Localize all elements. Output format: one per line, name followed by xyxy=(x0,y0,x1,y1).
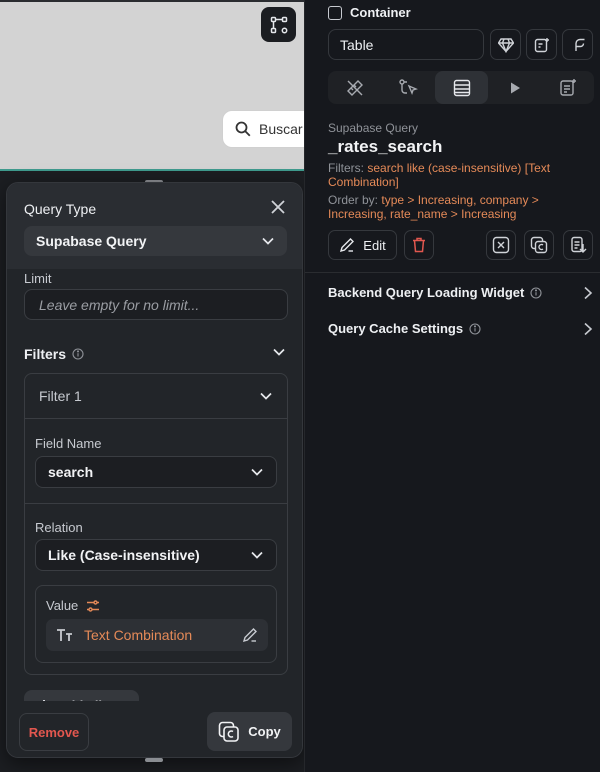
add-component-icon xyxy=(534,37,549,52)
value-chip-text: Text Combination xyxy=(84,627,193,643)
tab-backend-query[interactable] xyxy=(435,71,488,104)
paste-icon xyxy=(571,236,587,253)
query-type-value: Supabase Query xyxy=(36,233,147,249)
query-cache-label: Query Cache Settings xyxy=(328,321,464,336)
query-filters-summary: Filters: search like (case-insensitive) … xyxy=(328,161,590,189)
selection-line xyxy=(0,169,304,171)
diamond-button[interactable] xyxy=(490,29,521,60)
filter-card: Filter 1 Field Name search Relation Like… xyxy=(24,373,288,675)
canvas-top-strip xyxy=(0,0,304,2)
play-icon xyxy=(510,82,520,93)
search-icon xyxy=(235,121,251,137)
popover-header: Query Type Supabase Query xyxy=(7,183,302,269)
panel-divider xyxy=(305,272,600,273)
tab-actions[interactable] xyxy=(381,71,434,104)
tab-animations[interactable] xyxy=(488,71,541,104)
pencil-icon xyxy=(340,238,355,253)
container-toggle[interactable]: Container xyxy=(328,5,411,20)
value-label: Value xyxy=(46,598,79,613)
copy-label: Copy xyxy=(248,724,281,739)
remove-button[interactable]: Remove xyxy=(19,713,89,751)
pencil-icon[interactable] xyxy=(242,627,258,643)
tab-notes[interactable] xyxy=(541,71,594,104)
add-component-button[interactable] xyxy=(526,29,557,60)
query-popover: Query Type Supabase Query Limit Leave em… xyxy=(6,182,303,758)
order-prefix: Order by: xyxy=(328,193,379,207)
copy-icon xyxy=(530,236,548,254)
edit-query-button[interactable]: Edit xyxy=(328,230,397,260)
query-type-select[interactable]: Supabase Query xyxy=(24,226,287,256)
value-chip[interactable]: Text Combination xyxy=(46,619,268,651)
chevron-down-icon xyxy=(251,551,263,559)
filters-title-text: Filters xyxy=(24,346,67,362)
field-name-label: Field Name xyxy=(35,436,102,451)
query-kind-label: Supabase Query xyxy=(328,121,419,135)
chevron-down-icon xyxy=(260,392,272,400)
chevron-down-icon xyxy=(251,468,263,476)
chevron-right-icon xyxy=(584,286,593,299)
text-type-icon xyxy=(57,629,72,641)
filters-section-title[interactable]: Filters xyxy=(24,346,84,362)
trash-icon xyxy=(413,237,425,253)
copy-button[interactable]: Copy xyxy=(207,712,292,751)
database-table-icon xyxy=(453,79,470,96)
info-icon[interactable] xyxy=(530,286,542,299)
value-box: Value Text Combination xyxy=(35,585,277,663)
chevron-right-icon xyxy=(584,322,593,335)
delete-query-button[interactable] xyxy=(404,230,434,260)
diamond-icon xyxy=(497,37,514,53)
edit-label: Edit xyxy=(363,237,386,253)
field-name-section: Field Name search xyxy=(25,420,287,504)
variable-settings-icon[interactable] xyxy=(86,599,100,613)
cursor-branch-icon xyxy=(398,78,418,95)
limit-input[interactable]: Leave empty for no limit... xyxy=(24,289,288,320)
widget-tree-button[interactable] xyxy=(261,7,296,42)
filter-card-title: Filter 1 xyxy=(39,388,82,404)
relation-value: Like (Case-insensitive) xyxy=(48,547,200,563)
flutterflow-icon xyxy=(574,38,584,51)
value-label-row: Value xyxy=(46,598,100,613)
info-icon[interactable] xyxy=(72,348,84,360)
clear-variable-icon xyxy=(492,236,510,254)
info-icon[interactable] xyxy=(469,322,481,335)
query-name: _rates_search xyxy=(328,137,443,156)
notes-icon xyxy=(559,78,576,96)
query-cache-row[interactable]: Query Cache Settings xyxy=(328,321,594,336)
ruler-pencil-icon xyxy=(346,79,363,96)
backend-loading-row[interactable]: Backend Query Loading Widget xyxy=(328,285,594,300)
limit-placeholder: Leave empty for no limit... xyxy=(39,296,200,313)
popover-title: Query Type xyxy=(24,201,97,217)
filters-prefix: Filters: xyxy=(328,161,364,175)
container-label: Container xyxy=(350,5,411,20)
field-name-value: search xyxy=(48,464,94,480)
relation-select[interactable]: Like (Case-insensitive) xyxy=(35,539,277,571)
properties-panel: Container Table Supabase Query _rates_se… xyxy=(304,0,600,772)
query-order-summary: Order by: type > Increasing, company > I… xyxy=(328,193,598,221)
canvas-search-bar[interactable]: Buscar xyxy=(222,110,304,148)
search-text: Buscar xyxy=(259,121,303,137)
popover-footer: Remove Copy xyxy=(7,701,302,757)
field-name-select[interactable]: search xyxy=(35,456,277,488)
container-checkbox[interactable] xyxy=(328,5,342,20)
limit-label: Limit xyxy=(24,271,52,286)
flutterflow-button[interactable] xyxy=(562,29,593,60)
panel-tabbar xyxy=(328,71,594,104)
chevron-down-icon xyxy=(262,237,274,245)
filter-card-header[interactable]: Filter 1 xyxy=(25,374,287,419)
widget-name-input[interactable]: Table xyxy=(328,29,484,60)
widget-tree-icon xyxy=(270,16,287,33)
chevron-down-icon[interactable] xyxy=(272,345,286,359)
close-icon[interactable] xyxy=(269,198,287,216)
relation-label: Relation xyxy=(35,520,83,535)
backend-loading-label: Backend Query Loading Widget xyxy=(328,285,525,300)
tab-properties[interactable] xyxy=(328,71,381,104)
popover-handle-bottom[interactable] xyxy=(145,758,163,762)
paste-query-button[interactable] xyxy=(563,230,593,260)
widget-name-value: Table xyxy=(340,36,374,53)
clear-query-button[interactable] xyxy=(486,230,516,260)
copy-query-button[interactable] xyxy=(524,230,554,260)
copy-icon xyxy=(218,721,240,742)
